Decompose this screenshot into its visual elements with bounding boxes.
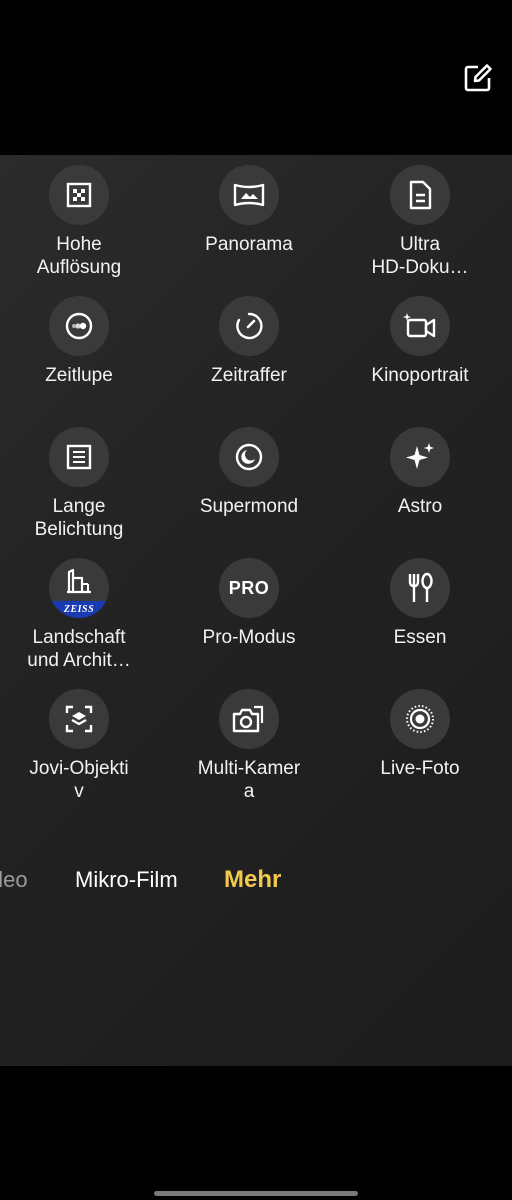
zeiss-landscape-icon: ZEISS (49, 558, 109, 618)
mode-live-foto[interactable]: Live-Foto (335, 689, 505, 780)
live-photo-icon (390, 689, 450, 749)
edit-button[interactable] (461, 61, 495, 95)
slow-motion-icon (49, 296, 109, 356)
high-res-icon (49, 165, 109, 225)
panorama-icon (219, 165, 279, 225)
mode-zeitraffer[interactable]: Zeitraffer (164, 296, 334, 387)
pro-icon-text: PRO (228, 577, 270, 598)
pro-icon: PRO (219, 558, 279, 618)
edit-square-icon (464, 64, 492, 92)
mode-lange-belichtung[interactable]: Lange Belichtung (0, 427, 164, 541)
mode-label: Live-Foto (380, 758, 460, 779)
scan-layers-icon (49, 689, 109, 749)
document-icon (390, 165, 450, 225)
mode-label: Landschaft und Archit… (27, 627, 131, 671)
mode-supermond[interactable]: Supermond (164, 427, 334, 518)
mode-label: Panorama (205, 234, 293, 255)
mode-label: Pro-Modus (202, 627, 296, 648)
multi-camera-icon (219, 689, 279, 749)
mode-label: Zeitraffer (211, 365, 287, 386)
mode-zeitlupe[interactable]: Zeitlupe (0, 296, 164, 387)
mode-label: Lange Belichtung (34, 496, 124, 540)
mode-landschaft[interactable]: ZEISS Landschaft und Archit… (0, 558, 164, 672)
mode-kinoportrait[interactable]: Kinoportrait (335, 296, 505, 387)
timelapse-icon (219, 296, 279, 356)
mode-ultra-hd-doku[interactable]: Ultra HD-Doku… (335, 165, 505, 279)
tab-video[interactable]: ideo (0, 862, 28, 898)
mode-label: Jovi-Objekti v (29, 758, 129, 802)
more-modes-panel: Hohe Auflösung Panorama Ultra HD-Doku… Z… (0, 155, 512, 1066)
mode-label: Multi-Kamer a (197, 758, 301, 802)
mode-label: Kinoportrait (371, 365, 469, 386)
mode-label: Hohe Auflösung (36, 234, 122, 278)
mode-multi-kamera[interactable]: Multi-Kamer a (164, 689, 334, 803)
long-exposure-icon (49, 427, 109, 487)
mode-label: Zeitlupe (45, 365, 113, 386)
home-indicator[interactable] (154, 1191, 358, 1196)
fork-knife-icon (390, 558, 450, 618)
zeiss-badge: ZEISS (49, 601, 109, 618)
mode-hohe-aufloesung[interactable]: Hohe Auflösung (0, 165, 164, 279)
sparkle-icon (390, 427, 450, 487)
mode-label: Supermond (199, 496, 299, 517)
mode-essen[interactable]: Essen (335, 558, 505, 649)
mode-pro-modus[interactable]: PRO Pro-Modus (164, 558, 334, 649)
moon-icon (219, 427, 279, 487)
camera-mode-tabs: ideo Mikro-Film Mehr (0, 862, 512, 898)
cinema-portrait-icon (390, 296, 450, 356)
mode-jovi-objektiv[interactable]: Jovi-Objekti v (0, 689, 164, 803)
mode-label: Essen (393, 627, 447, 648)
mode-astro[interactable]: Astro (335, 427, 505, 518)
mode-panorama[interactable]: Panorama (164, 165, 334, 256)
mode-label: Astro (397, 496, 443, 517)
tab-mehr[interactable]: Mehr (224, 862, 281, 898)
tab-mikro-film[interactable]: Mikro-Film (75, 862, 178, 898)
mode-label: Ultra HD-Doku… (371, 234, 469, 278)
